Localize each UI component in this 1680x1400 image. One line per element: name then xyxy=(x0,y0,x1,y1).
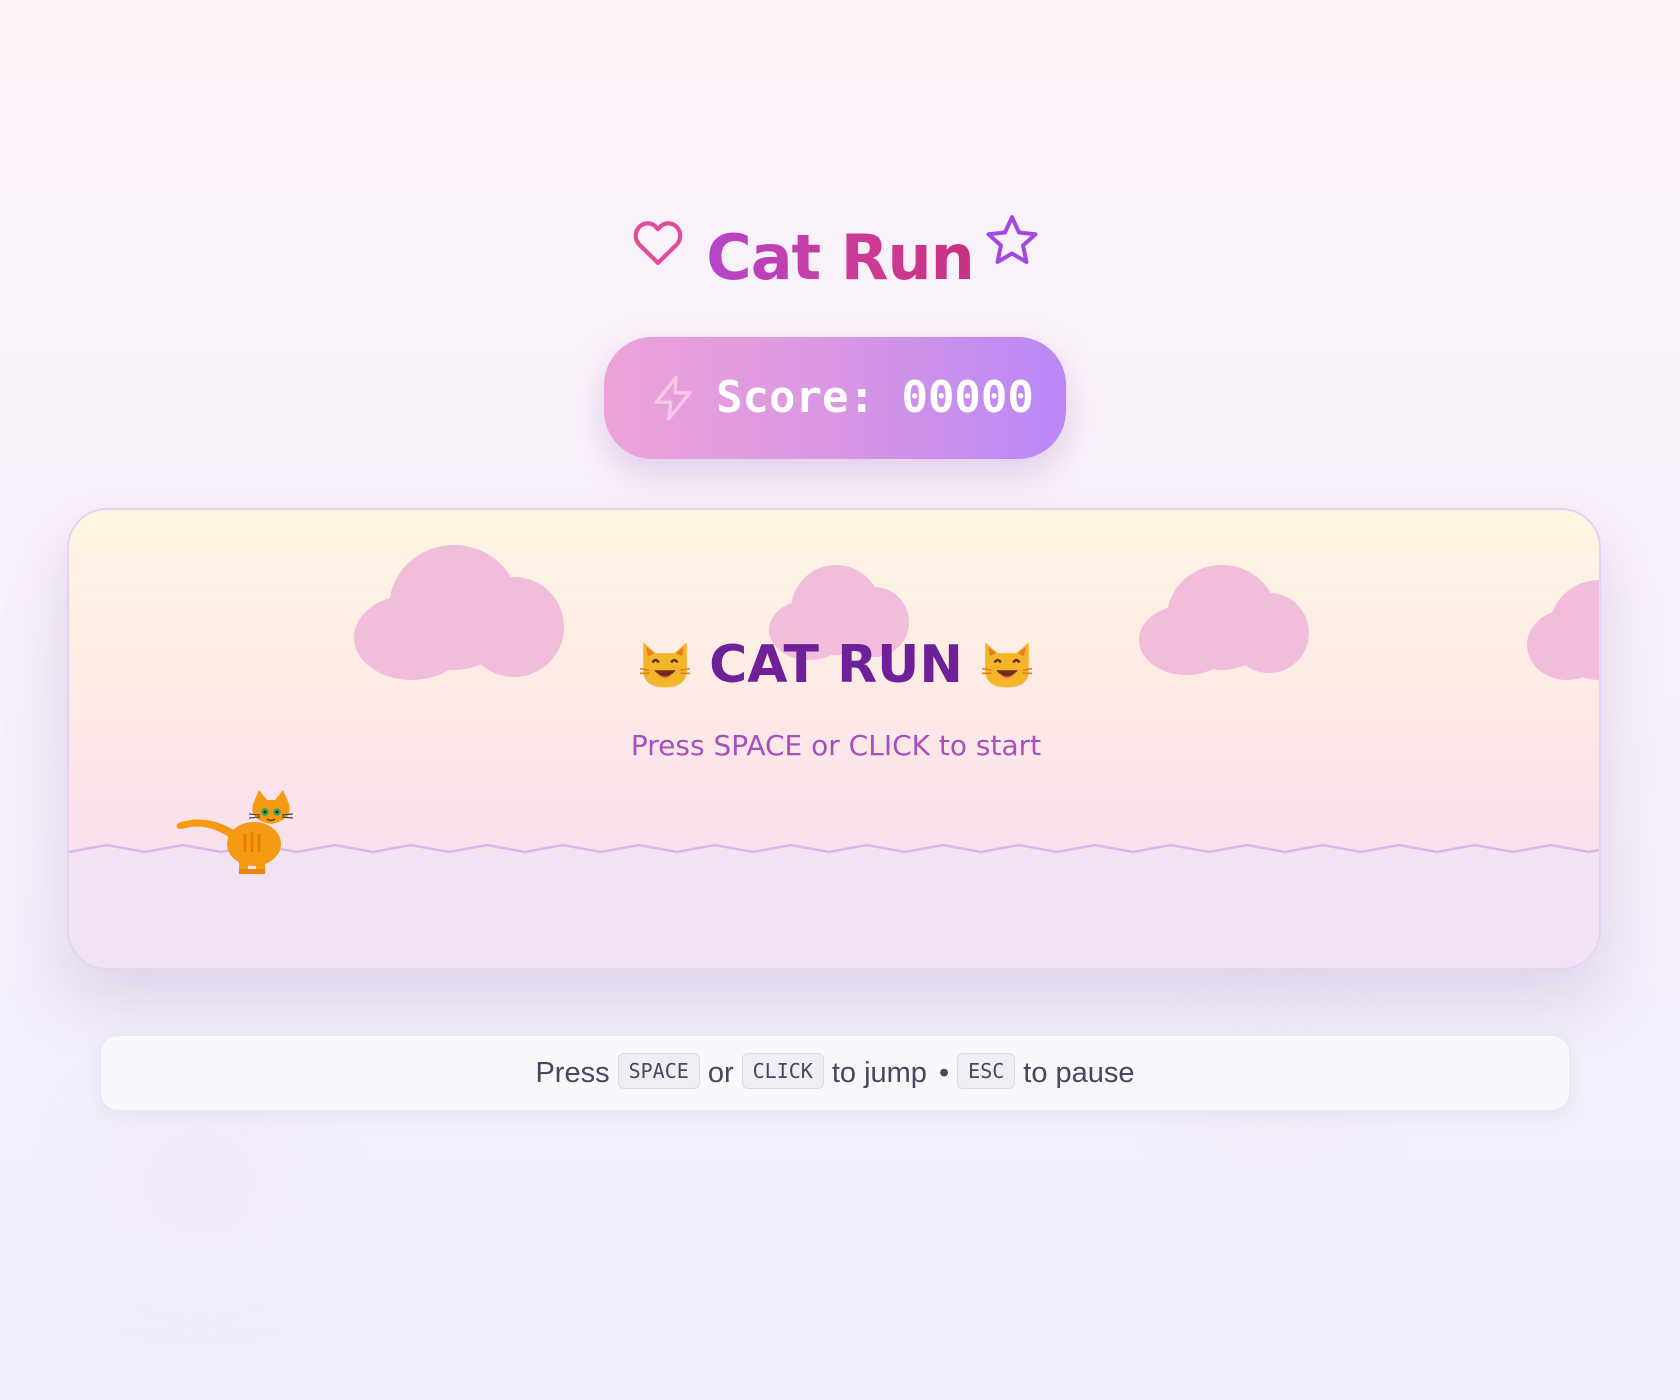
key-esc: ESC xyxy=(957,1053,1016,1090)
bullet-separator: • xyxy=(939,1057,950,1089)
grinning-cat-face-icon xyxy=(981,642,1032,688)
overlay-title: CAT RUN xyxy=(69,630,1599,700)
background-blob xyxy=(120,1100,280,1260)
key-click: CLICK xyxy=(741,1053,824,1090)
key-space: SPACE xyxy=(617,1053,700,1090)
score-value: 00000 xyxy=(901,372,1034,423)
help-text: to jump xyxy=(831,1057,927,1089)
score-display: Score: 00000 xyxy=(604,337,1066,459)
controls-help-bar: Press SPACE or CLICK to jump • ESC to pause xyxy=(100,1035,1570,1111)
grinning-cat-face-icon xyxy=(640,642,691,688)
star-outline-icon xyxy=(986,215,1038,264)
help-text: Press xyxy=(535,1057,610,1089)
overlay-subtitle: Press SPACE or CLICK to start xyxy=(630,729,1042,762)
orange-cat-sprite-icon xyxy=(176,790,294,874)
overlay-title-text: CAT RUN xyxy=(709,635,963,695)
score-text: Score: 00000 xyxy=(716,337,1034,459)
heart-outline-icon xyxy=(633,221,683,265)
game-canvas[interactable]: CAT RUN Press SPACE or CLICK to start xyxy=(67,508,1601,970)
title-row: Cat Run xyxy=(0,205,1680,305)
help-text: to pause xyxy=(1023,1057,1135,1089)
score-label: Score: xyxy=(716,372,875,423)
lightning-bolt-icon xyxy=(654,375,692,421)
page-title: Cat Run xyxy=(700,218,980,298)
help-text: or xyxy=(707,1057,734,1089)
